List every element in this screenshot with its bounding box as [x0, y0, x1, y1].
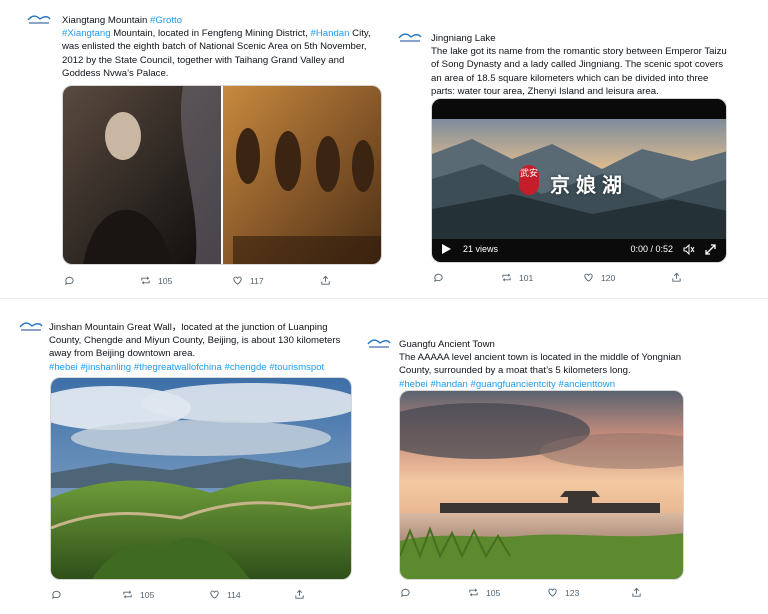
hashtag-link[interactable]: #Grotto: [150, 15, 182, 26]
divider: [0, 298, 768, 299]
tweet-text: Xiangtang Mountain #Grotto: [62, 15, 183, 26]
share-button[interactable]: [320, 275, 331, 286]
like-button[interactable]: 123: [547, 587, 579, 598]
tweet-image[interactable]: [62, 85, 382, 265]
retweet-button[interactable]: 101: [501, 272, 533, 283]
video-controls: 21 views 0:00 / 0:52: [432, 236, 726, 262]
tweet-jingniang[interactable]: Jingniang Lake The lake got its name fro…: [384, 0, 768, 300]
video-time: 0:00 / 0:52: [630, 244, 673, 254]
reply-button[interactable]: [51, 589, 69, 600]
retweet-icon: [469, 588, 478, 597]
retweet-button[interactable]: 105: [468, 587, 500, 598]
tweet-body: #Xiangtang Mountain, located in Fengfeng…: [62, 28, 371, 79]
tweet-body: Jinshan Mountain Great Wall，located at t…: [49, 322, 341, 360]
reply-button[interactable]: [433, 272, 451, 283]
tweet-xiangtang[interactable]: Xiangtang Mountain #Grotto #Xiangtang Mo…: [0, 0, 384, 300]
play-icon[interactable]: [442, 244, 451, 254]
avatar[interactable]: [397, 31, 423, 45]
hashtag-link[interactable]: #Handan: [311, 28, 350, 39]
tweet-title: Jingniang Lake: [431, 33, 496, 44]
share-icon: [672, 272, 681, 282]
avatar[interactable]: [26, 13, 52, 27]
tweet-body: The AAAAA level ancient town is located …: [399, 352, 682, 377]
share-icon: [321, 275, 330, 285]
share-button[interactable]: [631, 587, 642, 598]
reply-icon: [401, 588, 410, 598]
share-icon: [295, 589, 304, 599]
share-button[interactable]: [671, 272, 682, 283]
fullscreen-icon[interactable]: [705, 243, 716, 255]
tweet-body: The lake got its name from the romantic …: [431, 46, 727, 97]
reply-button[interactable]: [64, 275, 82, 286]
share-button[interactable]: [294, 589, 305, 600]
tweet-title: Guangfu Ancient Town: [399, 339, 495, 350]
retweet-icon: [141, 276, 150, 285]
like-button[interactable]: 114: [209, 589, 241, 600]
tweet-image[interactable]: [50, 377, 352, 580]
like-icon: [548, 588, 557, 597]
avatar[interactable]: [18, 320, 44, 334]
reply-icon: [434, 273, 443, 283]
like-button[interactable]: 117: [232, 275, 264, 286]
hashtag-list[interactable]: #hebei #handan #guangfuancientcity #anci…: [399, 378, 709, 391]
hashtag-link[interactable]: #Xiangtang: [62, 28, 111, 39]
reply-button[interactable]: [400, 587, 418, 598]
tweet-video[interactable]: 武安 京娘湖 21 views 0:00 / 0:52: [431, 98, 727, 263]
view-count: 21 views: [463, 244, 499, 254]
like-icon: [233, 276, 242, 285]
like-icon: [584, 273, 593, 282]
reply-icon: [52, 590, 61, 600]
volume-icon[interactable]: [683, 243, 695, 255]
like-button[interactable]: 120: [583, 272, 615, 283]
tweet-guangfu[interactable]: Guangfu Ancient Town The AAAAA level anc…: [360, 300, 768, 614]
video-title-overlay: 京娘湖: [550, 173, 628, 197]
share-icon: [632, 587, 641, 597]
retweet-icon: [123, 590, 132, 599]
hashtag-list[interactable]: #hebei #jinshanling #thegreatwallofchina…: [49, 361, 355, 374]
video-seal: 武安: [519, 165, 539, 195]
retweet-button[interactable]: 105: [140, 275, 172, 286]
avatar[interactable]: [366, 337, 392, 351]
like-icon: [210, 590, 219, 599]
retweet-button[interactable]: 105: [122, 589, 154, 600]
tweet-jinshan[interactable]: Jinshan Mountain Great Wall，located at t…: [0, 300, 384, 614]
retweet-icon: [502, 273, 511, 282]
reply-icon: [65, 276, 74, 286]
tweet-image[interactable]: [399, 390, 684, 580]
tweet-title: Jinshan Mountain Great Wall: [49, 322, 172, 333]
